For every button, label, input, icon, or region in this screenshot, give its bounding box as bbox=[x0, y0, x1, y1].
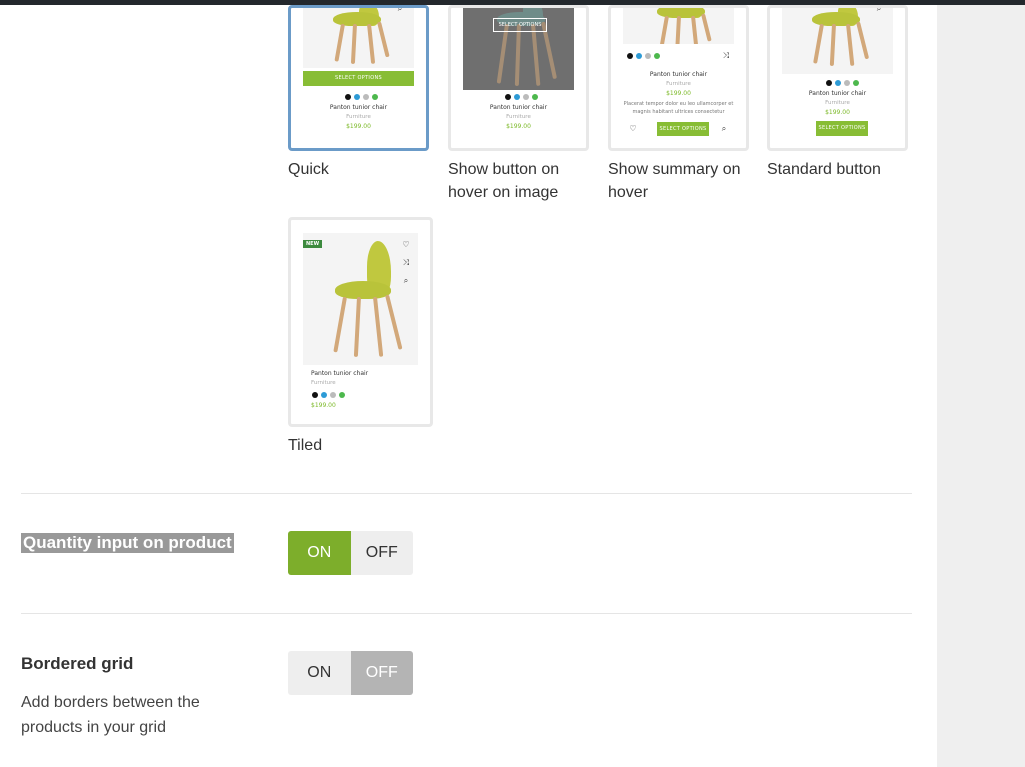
swatch[interactable] bbox=[645, 53, 651, 59]
swatch[interactable] bbox=[532, 94, 538, 100]
swatch[interactable] bbox=[330, 392, 336, 398]
product-image: SELECT OPTIONS bbox=[463, 8, 574, 90]
product-title: Panton tunior chair bbox=[808, 90, 867, 97]
compare-icon[interactable]: ⤨ bbox=[720, 50, 732, 62]
product-title: Panton tunior chair bbox=[329, 104, 388, 111]
right-sidebar bbox=[937, 5, 1025, 767]
divider bbox=[21, 493, 912, 494]
color-swatches bbox=[505, 94, 538, 100]
product-price: $199.00 bbox=[311, 402, 336, 409]
product-title: Panton tunior chair bbox=[311, 370, 369, 377]
color-swatches bbox=[312, 392, 345, 398]
layout-label-hover-image: Show button on hover on image bbox=[448, 161, 560, 201]
toggle-on-button[interactable]: ON bbox=[288, 651, 351, 695]
product-image: NEW ♡ ⤨ ⌕ bbox=[303, 233, 418, 365]
search-icon[interactable]: ⌕ bbox=[873, 8, 885, 15]
swatch[interactable] bbox=[826, 80, 832, 86]
compare-icon[interactable]: ⤨ bbox=[400, 257, 412, 269]
product-image: ⌕ bbox=[303, 8, 414, 68]
quantity-input-toggle[interactable]: ON OFF bbox=[288, 531, 413, 575]
select-options-button[interactable]: SELECT OPTIONS bbox=[816, 121, 868, 136]
swatch[interactable] bbox=[514, 94, 520, 100]
bordered-grid-description: Add borders between the products in your… bbox=[21, 694, 200, 736]
product-price: $199.00 bbox=[825, 109, 850, 116]
product-category: Furniture bbox=[346, 114, 371, 120]
swatch[interactable] bbox=[505, 94, 511, 100]
product-title: Panton tunior chair bbox=[489, 104, 548, 111]
swatch[interactable] bbox=[312, 392, 318, 398]
select-options-button[interactable]: SELECT OPTIONS bbox=[493, 18, 547, 32]
layout-card-summary-hover[interactable]: ⤨ Panton tunior chair Furniture $199.00 … bbox=[608, 5, 749, 151]
toggle-on-button[interactable]: ON bbox=[288, 531, 351, 575]
product-category: Furniture bbox=[825, 100, 850, 106]
product-summary: Placerat tempor dolor eu leo ullamcorper… bbox=[623, 101, 734, 115]
swatch[interactable] bbox=[654, 53, 660, 59]
color-swatches bbox=[345, 94, 378, 100]
search-icon[interactable]: ⌕ bbox=[718, 123, 730, 135]
swatch[interactable] bbox=[844, 80, 850, 86]
color-swatches bbox=[627, 53, 660, 59]
layout-card-standard-button[interactable]: ⌕ Panton tunior chair Furniture $199.00 … bbox=[767, 5, 908, 151]
swatch[interactable] bbox=[339, 392, 345, 398]
divider bbox=[21, 613, 912, 614]
layout-label-summary-hover: Show summary on hover bbox=[608, 161, 741, 201]
swatch[interactable] bbox=[636, 53, 642, 59]
toggle-off-button[interactable]: OFF bbox=[350, 651, 413, 695]
layout-card-tiled[interactable]: NEW ♡ ⤨ ⌕ Panton tunior chair Furniture … bbox=[288, 217, 433, 427]
product-image: ⌕ bbox=[782, 8, 893, 74]
product-category: Furniture bbox=[666, 81, 691, 87]
quantity-input-title: Quantity input on product bbox=[21, 533, 234, 553]
swatch[interactable] bbox=[321, 392, 327, 398]
product-image bbox=[623, 8, 734, 44]
bordered-grid-title: Bordered grid bbox=[21, 654, 134, 673]
product-price: $199.00 bbox=[506, 123, 531, 130]
heart-icon[interactable]: ♡ bbox=[400, 239, 412, 251]
swatch[interactable] bbox=[627, 53, 633, 59]
swatch[interactable] bbox=[354, 94, 360, 100]
layout-card-hover-image[interactable]: SELECT OPTIONS Panton tunior chair Furni… bbox=[448, 5, 589, 151]
heart-icon[interactable]: ♡ bbox=[627, 123, 639, 135]
product-title: Panton tunior chair bbox=[649, 71, 708, 78]
product-price: $199.00 bbox=[666, 90, 691, 97]
select-options-button[interactable]: SELECT OPTIONS bbox=[657, 122, 709, 136]
select-options-button[interactable]: SELECT OPTIONS bbox=[303, 71, 414, 86]
swatch[interactable] bbox=[345, 94, 351, 100]
layout-label-standard-button: Standard button bbox=[767, 161, 881, 178]
layout-label-tiled: Tiled bbox=[288, 437, 323, 454]
layout-label-quick: Quick bbox=[288, 161, 329, 178]
bordered-grid-toggle[interactable]: ON OFF bbox=[288, 651, 413, 695]
new-badge: NEW bbox=[303, 240, 323, 248]
color-swatches bbox=[826, 80, 859, 86]
layout-card-quick[interactable]: ⌕ SELECT OPTIONS Panton tunior chair Fur… bbox=[288, 5, 429, 151]
swatch[interactable] bbox=[523, 94, 529, 100]
search-icon[interactable]: ⌕ bbox=[400, 275, 412, 287]
product-category: Furniture bbox=[311, 380, 336, 386]
search-icon[interactable]: ⌕ bbox=[394, 8, 406, 15]
product-category: Furniture bbox=[506, 114, 531, 120]
toggle-off-button[interactable]: OFF bbox=[350, 531, 413, 575]
swatch[interactable] bbox=[363, 94, 369, 100]
swatch[interactable] bbox=[835, 80, 841, 86]
product-price: $199.00 bbox=[346, 123, 371, 130]
swatch[interactable] bbox=[853, 80, 859, 86]
swatch[interactable] bbox=[372, 94, 378, 100]
